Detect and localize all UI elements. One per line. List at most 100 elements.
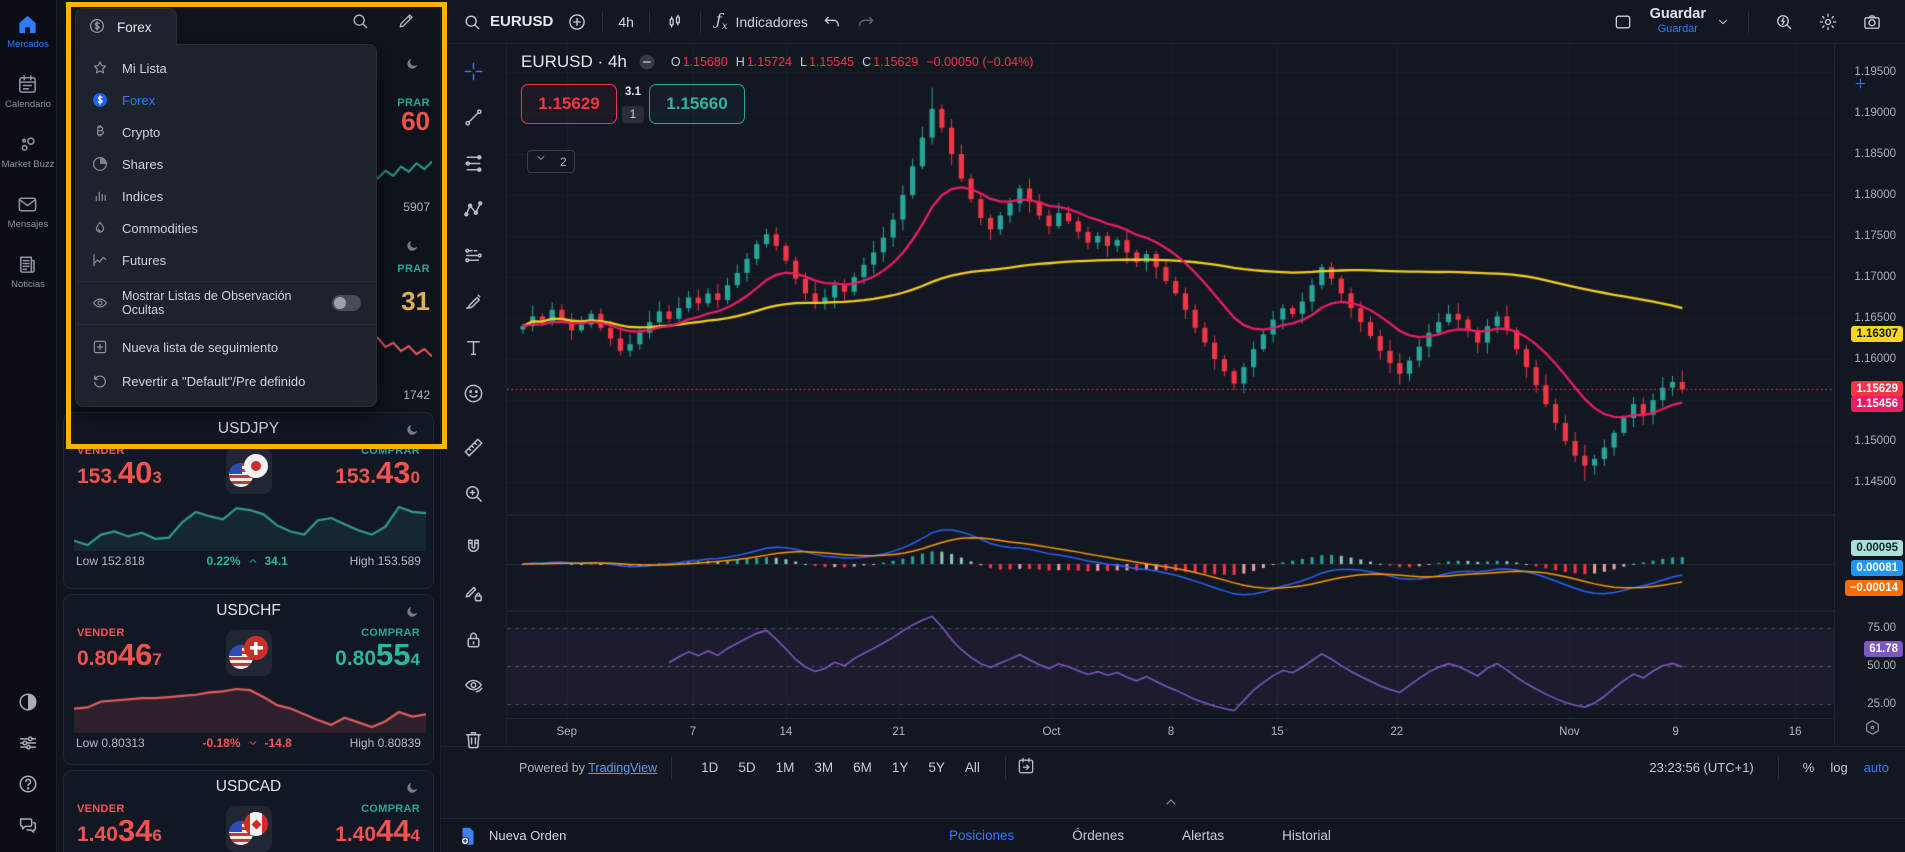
crosshair-tool[interactable] — [462, 60, 485, 86]
brush-tool[interactable] — [462, 290, 485, 316]
scale-settings-icon[interactable] — [1863, 718, 1883, 740]
new-order-button[interactable]: Nueva Orden — [457, 825, 566, 847]
sidebar-item-market-buzz[interactable]: Market Buzz — [2, 133, 54, 171]
undo-button[interactable] — [815, 8, 849, 36]
edit-pencil-icon[interactable] — [396, 11, 416, 34]
moon-icon[interactable] — [405, 422, 420, 437]
menu-item-forex[interactable]: Forex — [76, 84, 376, 116]
ruler-tool[interactable] — [462, 436, 485, 462]
buy-price[interactable]: COMPRAR 0.80 55 4 — [335, 627, 420, 672]
add-alert-plus-icon[interactable] — [1853, 76, 1873, 96]
tab-posiciones[interactable]: Posiciones — [949, 828, 1014, 843]
buy-price[interactable]: COMPRAR 1.40 44 4 — [335, 803, 420, 848]
rsi-pane-canvas[interactable] — [507, 613, 1835, 718]
quantity-field[interactable]: 1 — [622, 106, 644, 123]
moon-icon[interactable] — [405, 56, 420, 71]
symbol-search-button[interactable]: EURUSD — [455, 8, 560, 36]
sidebar-item-calendario[interactable]: Calendario — [2, 73, 55, 111]
hide-drawings-tool[interactable] — [462, 674, 485, 700]
tradingview-link[interactable]: TradingView — [588, 761, 657, 775]
range-3m[interactable]: 3M — [805, 757, 842, 778]
buy-price[interactable]: COMPRAR 153. 43 0 — [335, 445, 420, 490]
menu-action-revert[interactable]: Revertir a "Default"/Pre definido — [76, 364, 376, 398]
indicators-button[interactable]: ƒx Indicadores — [709, 6, 815, 36]
price-fragment[interactable]: 60 — [401, 106, 430, 137]
magnet-tool[interactable] — [462, 536, 485, 562]
instrument-symbol[interactable]: USDCHF — [64, 595, 433, 626]
collapsed-indicators-chip[interactable]: 2 — [527, 150, 575, 173]
trash-tool[interactable] — [462, 728, 485, 754]
menu-action-plus-square[interactable]: Nueva lista de seguimiento — [76, 330, 376, 364]
price-scale[interactable]: 1.19500 1.19000 1.18500 1.18000 1.17500 1.170… — [1834, 44, 1905, 746]
clock[interactable]: 23:23:56 (UTC+1) — [1649, 760, 1753, 775]
emoji-tool[interactable] — [462, 382, 485, 408]
help-icon[interactable] — [17, 773, 39, 795]
go-to-date-icon[interactable] — [1016, 756, 1036, 779]
hidden-watchlists-toggle[interactable] — [332, 295, 361, 311]
menu-item-indices[interactable]: Indices — [76, 180, 376, 212]
theme-toggle-icon[interactable] — [17, 691, 39, 713]
range-1m[interactable]: 1M — [767, 757, 804, 778]
save-menu-chevron-icon[interactable] — [1716, 12, 1730, 32]
text-tool[interactable] — [462, 336, 485, 362]
buy-button[interactable]: 1.15660 — [649, 84, 745, 124]
log-scale-toggle[interactable]: log — [1830, 760, 1847, 775]
moon-icon[interactable] — [405, 604, 420, 619]
range-6m[interactable]: 6M — [844, 757, 881, 778]
save-button[interactable]: Guardar Guardar — [1650, 7, 1706, 36]
price-fragment[interactable]: 31 — [401, 286, 430, 317]
xabcd-pattern-tool[interactable] — [462, 198, 485, 224]
quick-search-icon[interactable] — [1767, 8, 1801, 36]
compare-add-button[interactable] — [560, 8, 594, 36]
menu-item-shares[interactable]: Shares — [76, 148, 376, 180]
range-1y[interactable]: 1Y — [883, 757, 918, 778]
interval-button[interactable]: 4h — [611, 10, 641, 34]
menu-item-futures[interactable]: Futures — [76, 244, 376, 276]
pane-separator[interactable] — [507, 514, 1835, 516]
menu-item-crypto[interactable]: Crypto — [76, 116, 376, 148]
instrument-symbol[interactable]: USDJPY — [64, 413, 433, 444]
sidebar-item-noticias[interactable]: Noticias — [2, 253, 55, 291]
pane-separator[interactable] — [507, 610, 1835, 612]
sidebar-item-mensajes[interactable]: Mensajes — [2, 193, 55, 231]
trendline-tool[interactable] — [462, 106, 485, 132]
sell-button[interactable]: 1.15629 — [521, 84, 617, 124]
settings-gear-icon[interactable] — [1811, 8, 1845, 36]
time-axis[interactable]: Sep 7 14 21 Oct 8 15 22 Nov 9 16 — [507, 718, 1835, 746]
drawing-lock-tool[interactable] — [462, 582, 485, 608]
feedback-icon[interactable] — [17, 814, 39, 836]
menu-item-mi-lista[interactable]: Mi Lista — [76, 52, 376, 84]
macd-pane-canvas[interactable] — [507, 517, 1835, 610]
auto-scale-toggle[interactable]: auto — [1864, 760, 1889, 775]
redo-button[interactable] — [849, 8, 883, 36]
lock-all-tool[interactable] — [462, 628, 485, 654]
menu-toggle-hidden-watchlists[interactable]: Mostrar Listas de Observación Ocultas — [76, 287, 376, 319]
sell-price[interactable]: VENDER 0.80 46 7 — [77, 627, 162, 672]
menu-item-commodities[interactable]: Commodities — [76, 212, 376, 244]
range-5y[interactable]: 5Y — [919, 757, 954, 778]
instrument-symbol[interactable]: USDCAD — [64, 771, 433, 802]
zoom-in-tool[interactable] — [462, 482, 485, 508]
forecast-tool[interactable] — [462, 244, 485, 270]
range-1d[interactable]: 1D — [692, 757, 727, 778]
tab-historial[interactable]: Historial — [1282, 828, 1331, 843]
fib-retracement-tool[interactable] — [462, 152, 485, 178]
sidebar-item-mercados[interactable]: Mercados — [2, 13, 55, 51]
moon-icon[interactable] — [405, 780, 420, 795]
search-icon[interactable] — [350, 11, 370, 34]
layout-icon[interactable] — [1606, 8, 1640, 36]
sell-price[interactable]: VENDER 153. 40 3 — [77, 445, 162, 490]
range-all[interactable]: All — [956, 757, 989, 778]
sell-price[interactable]: VENDER 1.40 34 6 — [77, 803, 162, 848]
snapshot-camera-icon[interactable] — [1855, 8, 1889, 36]
minus-circle-icon[interactable] — [637, 52, 657, 72]
preferences-icon[interactable] — [17, 732, 39, 754]
moon-icon[interactable] — [405, 238, 420, 253]
percent-scale-toggle[interactable]: % — [1803, 760, 1815, 775]
tab-alertas[interactable]: Alertas — [1182, 828, 1224, 843]
range-5d[interactable]: 5D — [729, 757, 764, 778]
tab-ordenes[interactable]: Órdenes — [1072, 828, 1124, 843]
expand-panel-chevron-icon[interactable] — [1163, 794, 1183, 814]
watchlist-category-tab[interactable]: Forex — [75, 7, 177, 46]
chart-style-button[interactable] — [658, 8, 692, 36]
